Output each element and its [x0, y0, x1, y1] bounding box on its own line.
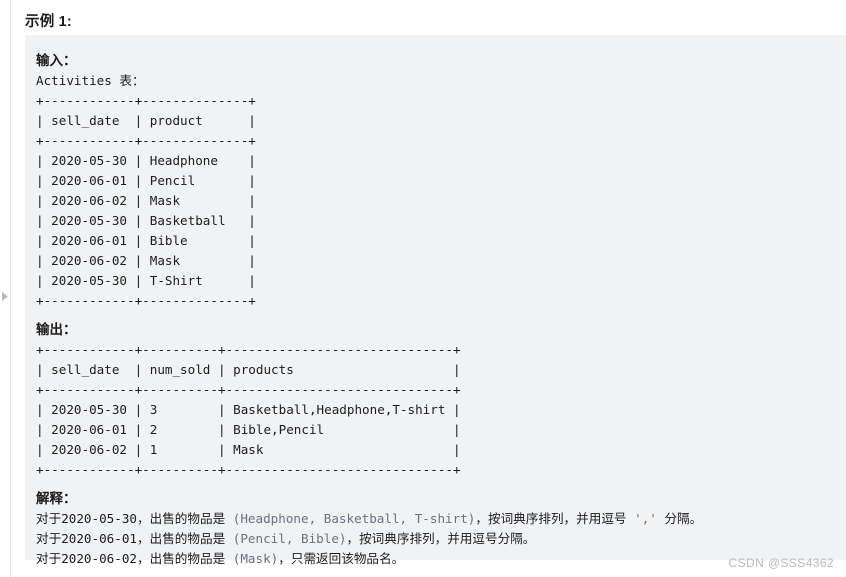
table-row: | 2020-06-01 | Bible |: [36, 233, 256, 248]
explanation-middle: ，按词典序排列，并用逗号: [475, 511, 635, 526]
table-border-bottom: +------------+--------------+: [36, 293, 256, 308]
page-root: { "page": { "title": "示例 1:", "watermark…: [0, 0, 846, 577]
page-title: 示例 1:: [25, 14, 72, 30]
table-header-row: | sell_date | product |: [36, 113, 256, 128]
table-row: | 2020-06-01 | 2 | Bible,Pencil |: [36, 422, 461, 437]
sidebar-expand-arrow-icon[interactable]: [2, 292, 8, 301]
table-border-top: +------------+--------------+: [36, 93, 256, 108]
watermark: CSDN @SSS4362: [728, 556, 834, 570]
explanation-prefix: 对于2020-06-02，出售的物品是: [36, 551, 233, 566]
table-border-mid: +------------+--------------+: [36, 133, 256, 148]
explanation-line: 对于2020-06-01，出售的物品是 (Pencil, Bible)，按词典序…: [36, 529, 846, 549]
input-label: 输入：: [36, 53, 77, 68]
table-border-bottom: +------------+----------+---------------…: [36, 462, 461, 477]
table-row: | 2020-06-02 | Mask |: [36, 253, 256, 268]
input-table-caption: Activities 表：: [36, 73, 145, 88]
explanation-line: 对于2020-06-02，出售的物品是 (Mask)，只需返回该物品名。: [36, 549, 846, 569]
table-border-top: +------------+----------+---------------…: [36, 342, 461, 357]
table-row: | 2020-06-02 | Mask |: [36, 193, 256, 208]
table-row: | 2020-06-02 | 1 | Mask |: [36, 442, 461, 457]
explanation-label: 解释：: [36, 491, 77, 506]
explanation-prefix: 对于2020-05-30，出售的物品是: [36, 511, 233, 526]
table-row: | 2020-05-30 | Basketball |: [36, 213, 256, 228]
table-row: | 2020-05-30 | Headphone |: [36, 153, 256, 168]
explanation-separator-literal: ',': [634, 511, 657, 526]
table-border-mid: +------------+----------+---------------…: [36, 382, 461, 397]
output-table: +------------+----------+---------------…: [36, 340, 846, 480]
explanation-suffix: 分隔。: [656, 511, 703, 526]
left-column-rule: [10, 0, 11, 577]
explanation-middle: ，按词典序排列，并用逗号分隔。: [346, 531, 536, 546]
input-table: +------------+--------------+ | sell_dat…: [36, 91, 846, 311]
explanation-products: (Headphone, Basketball, T-shirt): [232, 511, 476, 526]
explanation-products: (Mask): [232, 551, 279, 566]
explanation-prefix: 对于2020-06-01，出售的物品是: [36, 531, 233, 546]
explanation-products: (Pencil, Bible): [232, 531, 347, 546]
output-label: 输出：: [36, 322, 77, 337]
table-row: | 2020-06-01 | Pencil |: [36, 173, 256, 188]
table-row: | 2020-05-30 | 3 | Basketball,Headphone,…: [36, 402, 461, 417]
explanation-middle: ，只需返回该物品名。: [278, 551, 405, 566]
table-header-row: | sell_date | num_sold | products |: [36, 362, 461, 377]
example-code-block: 输入： Activities 表： +------------+--------…: [25, 35, 846, 566]
table-row: | 2020-05-30 | T-Shirt |: [36, 273, 256, 288]
explanation-line: 对于2020-05-30，出售的物品是 (Headphone, Basketba…: [36, 509, 846, 529]
